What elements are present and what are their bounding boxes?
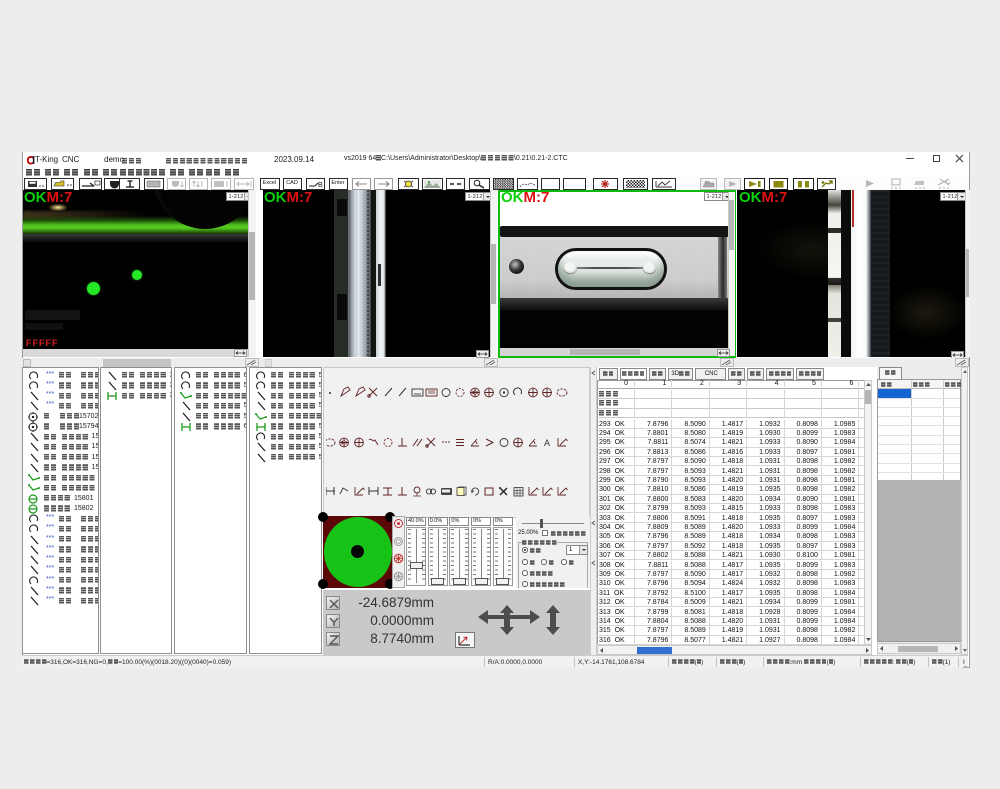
svg-text:B: B: [318, 182, 323, 189]
svg-text:A: A: [544, 438, 550, 448]
